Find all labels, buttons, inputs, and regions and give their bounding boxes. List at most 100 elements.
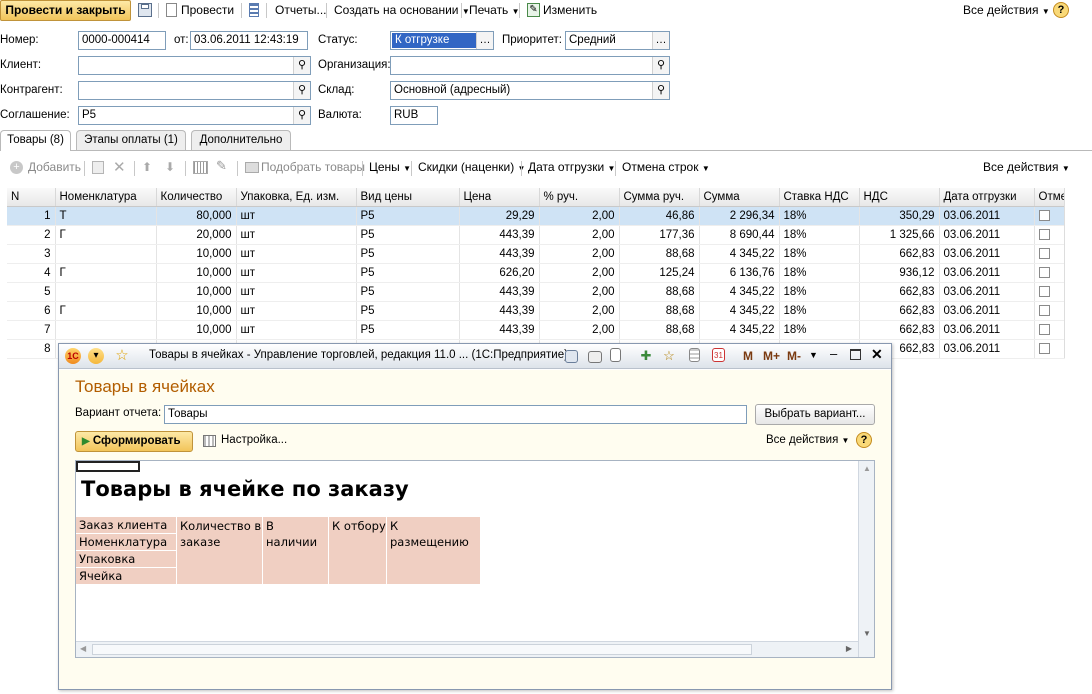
cancel-checkbox[interactable] bbox=[1038, 285, 1050, 297]
cancel-checkbox[interactable] bbox=[1038, 209, 1050, 221]
add-button[interactable]: Добавить bbox=[28, 158, 81, 177]
column-header[interactable]: Сумма bbox=[699, 188, 780, 207]
all-actions-menu[interactable]: Все действия ▼ bbox=[963, 1, 1050, 20]
save-icon[interactable] bbox=[138, 3, 152, 17]
cell-n: 1 bbox=[7, 206, 56, 226]
search-icon[interactable]: ⚲ bbox=[652, 82, 669, 99]
favorites-list-icon[interactable]: ☆ bbox=[661, 348, 677, 364]
cancel-checkbox[interactable] bbox=[1038, 323, 1050, 335]
horizontal-scrollbar[interactable]: ◀ ▶ bbox=[76, 641, 858, 657]
column-header[interactable]: Количество bbox=[156, 188, 237, 207]
edit-button[interactable]: Изменить bbox=[543, 1, 597, 20]
prices-menu[interactable]: Цены ▼ bbox=[369, 158, 411, 177]
column-header[interactable]: Дата отгрузки bbox=[939, 188, 1035, 207]
reports-menu[interactable]: Отчеты... bbox=[275, 1, 326, 20]
report-variant-field[interactable]: Товары bbox=[164, 405, 747, 424]
table-row[interactable]: 7 10,000 шт Р5 443,39 2,00 88,68 4 345,22 18% 662… bbox=[7, 320, 1065, 340]
memory-minus-button[interactable]: M- bbox=[787, 349, 801, 363]
client-field[interactable]: ⚲ bbox=[78, 56, 311, 75]
maximize-icon[interactable] bbox=[850, 349, 861, 360]
create-based-menu[interactable]: Создать на основании ▼ bbox=[334, 1, 470, 20]
cancel-checkbox[interactable] bbox=[1038, 342, 1050, 354]
column-header[interactable]: Ставка НДС bbox=[779, 188, 860, 207]
search-icon[interactable]: ⚲ bbox=[293, 82, 310, 99]
status-field[interactable]: К отгрузке… bbox=[390, 31, 494, 50]
agreement-field[interactable]: Р5 ⚲ bbox=[78, 106, 311, 125]
organization-field[interactable]: ⚲ bbox=[390, 56, 670, 75]
minimize-icon[interactable]: – bbox=[830, 346, 837, 361]
search-icon[interactable]: ⚲ bbox=[652, 57, 669, 74]
table-row[interactable]: 1 Т 80,000 шт Р5 29,29 2,00 46,86 2 296,34 18% 350… bbox=[7, 206, 1065, 226]
add-favorite-icon[interactable]: ✚ bbox=[638, 348, 654, 364]
generate-button[interactable]: ▶ Сформировать bbox=[75, 431, 193, 452]
move-up-icon[interactable]: ⬆ bbox=[142, 160, 152, 174]
table-row[interactable]: 2 Г 20,000 шт Р5 443,39 2,00 177,36 8 690,44 18% 1… bbox=[7, 225, 1065, 245]
select-button[interactable]: … bbox=[652, 32, 669, 49]
chevron-down-icon[interactable]: ▼ bbox=[809, 350, 818, 360]
tag-icon[interactable]: ✎ bbox=[216, 158, 227, 174]
cancel-checkbox[interactable] bbox=[1038, 247, 1050, 259]
move-down-icon[interactable]: ⬇ bbox=[165, 160, 175, 174]
calendar-icon[interactable]: 31 bbox=[712, 348, 725, 362]
cancel-checkbox[interactable] bbox=[1038, 266, 1050, 278]
choose-variant-button[interactable]: Выбрать вариант... bbox=[755, 404, 875, 425]
report-all-actions-menu[interactable]: Все действия ▼ bbox=[766, 434, 849, 446]
help-button[interactable]: ? bbox=[1053, 2, 1069, 18]
column-header[interactable]: НДС bbox=[859, 188, 940, 207]
table-row[interactable]: 4 Г 10,000 шт Р5 626,20 2,00 125,24 6 136,76 18% 9… bbox=[7, 263, 1065, 283]
column-header[interactable]: Упаковка, Ед. изм. bbox=[236, 188, 357, 207]
cancel-checkbox[interactable] bbox=[1038, 228, 1050, 240]
pick-goods-button[interactable]: Подобрать товары bbox=[261, 158, 365, 177]
column-header[interactable]: Номенклатура bbox=[55, 188, 157, 207]
menu-dropdown-icon[interactable]: ▾ bbox=[88, 348, 104, 364]
tab-goods[interactable]: Товары (8) bbox=[0, 130, 71, 151]
close-icon[interactable]: ✕ bbox=[871, 346, 883, 363]
app-logo-icon[interactable]: 1С bbox=[65, 348, 81, 364]
column-header[interactable]: Цена bbox=[459, 188, 540, 207]
barcode-icon[interactable] bbox=[193, 161, 208, 174]
tab-additional[interactable]: Дополнительно bbox=[191, 130, 291, 150]
movements-icon[interactable] bbox=[249, 3, 259, 17]
window-titlebar[interactable]: 1С ▾ ☆ Товары в ячейках - Управление тор… bbox=[59, 344, 891, 369]
currency-field[interactable]: RUB bbox=[390, 106, 438, 125]
search-icon[interactable]: ⚲ bbox=[293, 107, 310, 124]
copy-icon[interactable] bbox=[92, 161, 104, 174]
discounts-menu[interactable]: Скидки (наценки) ▼ bbox=[418, 158, 525, 177]
memory-plus-button[interactable]: M+ bbox=[763, 349, 780, 363]
settings-button[interactable]: Настройка... bbox=[221, 434, 287, 446]
table-row[interactable]: 5 10,000 шт Р5 443,39 2,00 88,68 4 345,22 18% 662… bbox=[7, 282, 1065, 302]
delete-icon[interactable]: ✕ bbox=[113, 158, 126, 176]
memory-m-button[interactable]: M bbox=[743, 349, 753, 363]
cancel-rows-menu[interactable]: Отмена строк ▼ bbox=[622, 158, 710, 177]
favorite-star-icon[interactable]: ☆ bbox=[114, 348, 130, 364]
save-icon[interactable] bbox=[565, 350, 578, 363]
report-help-button[interactable]: ? bbox=[856, 432, 872, 448]
ship-date-menu[interactable]: Дата отгрузки ▼ bbox=[528, 158, 615, 177]
print-menu[interactable]: Печать ▼ bbox=[469, 1, 520, 20]
date-field[interactable]: 03.06.2011 12:43:19 bbox=[190, 31, 308, 50]
vertical-scrollbar[interactable]: ▲ ▼ bbox=[858, 461, 874, 657]
select-button[interactable]: … bbox=[476, 32, 493, 49]
post-and-close-button[interactable]: Провести и закрыть bbox=[0, 0, 131, 21]
column-header[interactable]: Вид цены bbox=[356, 188, 460, 207]
goods-all-actions-menu[interactable]: Все действия ▼ bbox=[983, 158, 1070, 177]
column-header[interactable]: N bbox=[7, 188, 56, 207]
post-button[interactable]: Провести bbox=[181, 1, 234, 20]
warehouse-field[interactable]: Основной (адресный) ⚲ bbox=[390, 81, 670, 100]
window-title: Товары в ячейках - Управление торговлей,… bbox=[149, 349, 568, 361]
priority-field[interactable]: Средний… bbox=[565, 31, 670, 50]
contractor-field[interactable]: ⚲ bbox=[78, 81, 311, 100]
print-icon[interactable] bbox=[588, 351, 602, 363]
report-spreadsheet[interactable]: Товары в ячейке по заказу Заказ клиента … bbox=[75, 460, 875, 658]
calculator-icon[interactable] bbox=[689, 348, 700, 362]
preview-icon[interactable] bbox=[610, 348, 621, 362]
search-icon[interactable]: ⚲ bbox=[293, 57, 310, 74]
number-field[interactable]: 0000-000414 bbox=[78, 31, 166, 50]
column-header[interactable]: Отме bbox=[1034, 188, 1065, 207]
column-header[interactable]: % руч. bbox=[539, 188, 620, 207]
table-row[interactable]: 6 Г 10,000 шт Р5 443,39 2,00 88,68 4 345,22 18% 66… bbox=[7, 301, 1065, 321]
cancel-checkbox[interactable] bbox=[1038, 304, 1050, 316]
tab-payment-stages[interactable]: Этапы оплаты (1) bbox=[76, 130, 186, 150]
column-header[interactable]: Сумма руч. bbox=[619, 188, 700, 207]
table-row[interactable]: 3 10,000 шт Р5 443,39 2,00 88,68 4 345,22 18% 662… bbox=[7, 244, 1065, 264]
